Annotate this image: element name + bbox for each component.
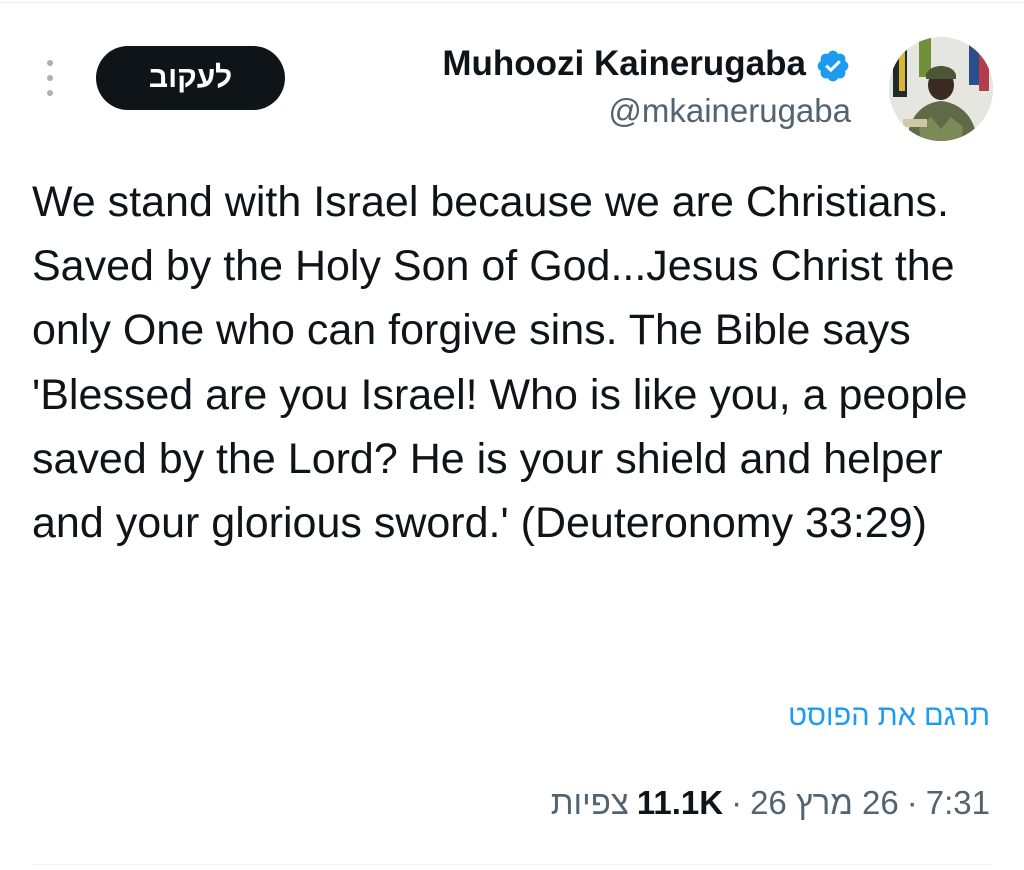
translate-post-link[interactable]: תרגם את הפוסט	[788, 700, 990, 733]
avatar-image	[889, 37, 993, 141]
tweet-meta: צפיות 11.1K · 26 מרץ 26 · 7:31	[551, 784, 990, 822]
meta-separator: ·	[731, 784, 743, 821]
tweet-view: לעקוב Muhoozi Kainerugaba @mkainerugaba …	[0, 0, 1024, 870]
follow-button[interactable]: לעקוב	[96, 46, 285, 110]
author-name[interactable]: Muhoozi Kainerugaba	[442, 44, 806, 84]
bottom-divider	[32, 864, 992, 865]
views-count[interactable]: 11.1K	[637, 784, 723, 822]
tweet-date[interactable]: 26 מרץ 26	[750, 784, 899, 822]
author-handle[interactable]: @mkainerugaba	[608, 92, 851, 130]
meta-separator: ·	[906, 784, 918, 821]
verified-badge-icon	[817, 50, 849, 82]
avatar[interactable]	[889, 37, 993, 141]
top-divider	[0, 2, 1024, 3]
views-label: צפיות	[550, 784, 629, 821]
more-vertical-icon[interactable]	[44, 60, 56, 96]
tweet-text: We stand with Israel because we are Chri…	[32, 178, 968, 548]
tweet-time[interactable]: 7:31	[926, 784, 990, 822]
